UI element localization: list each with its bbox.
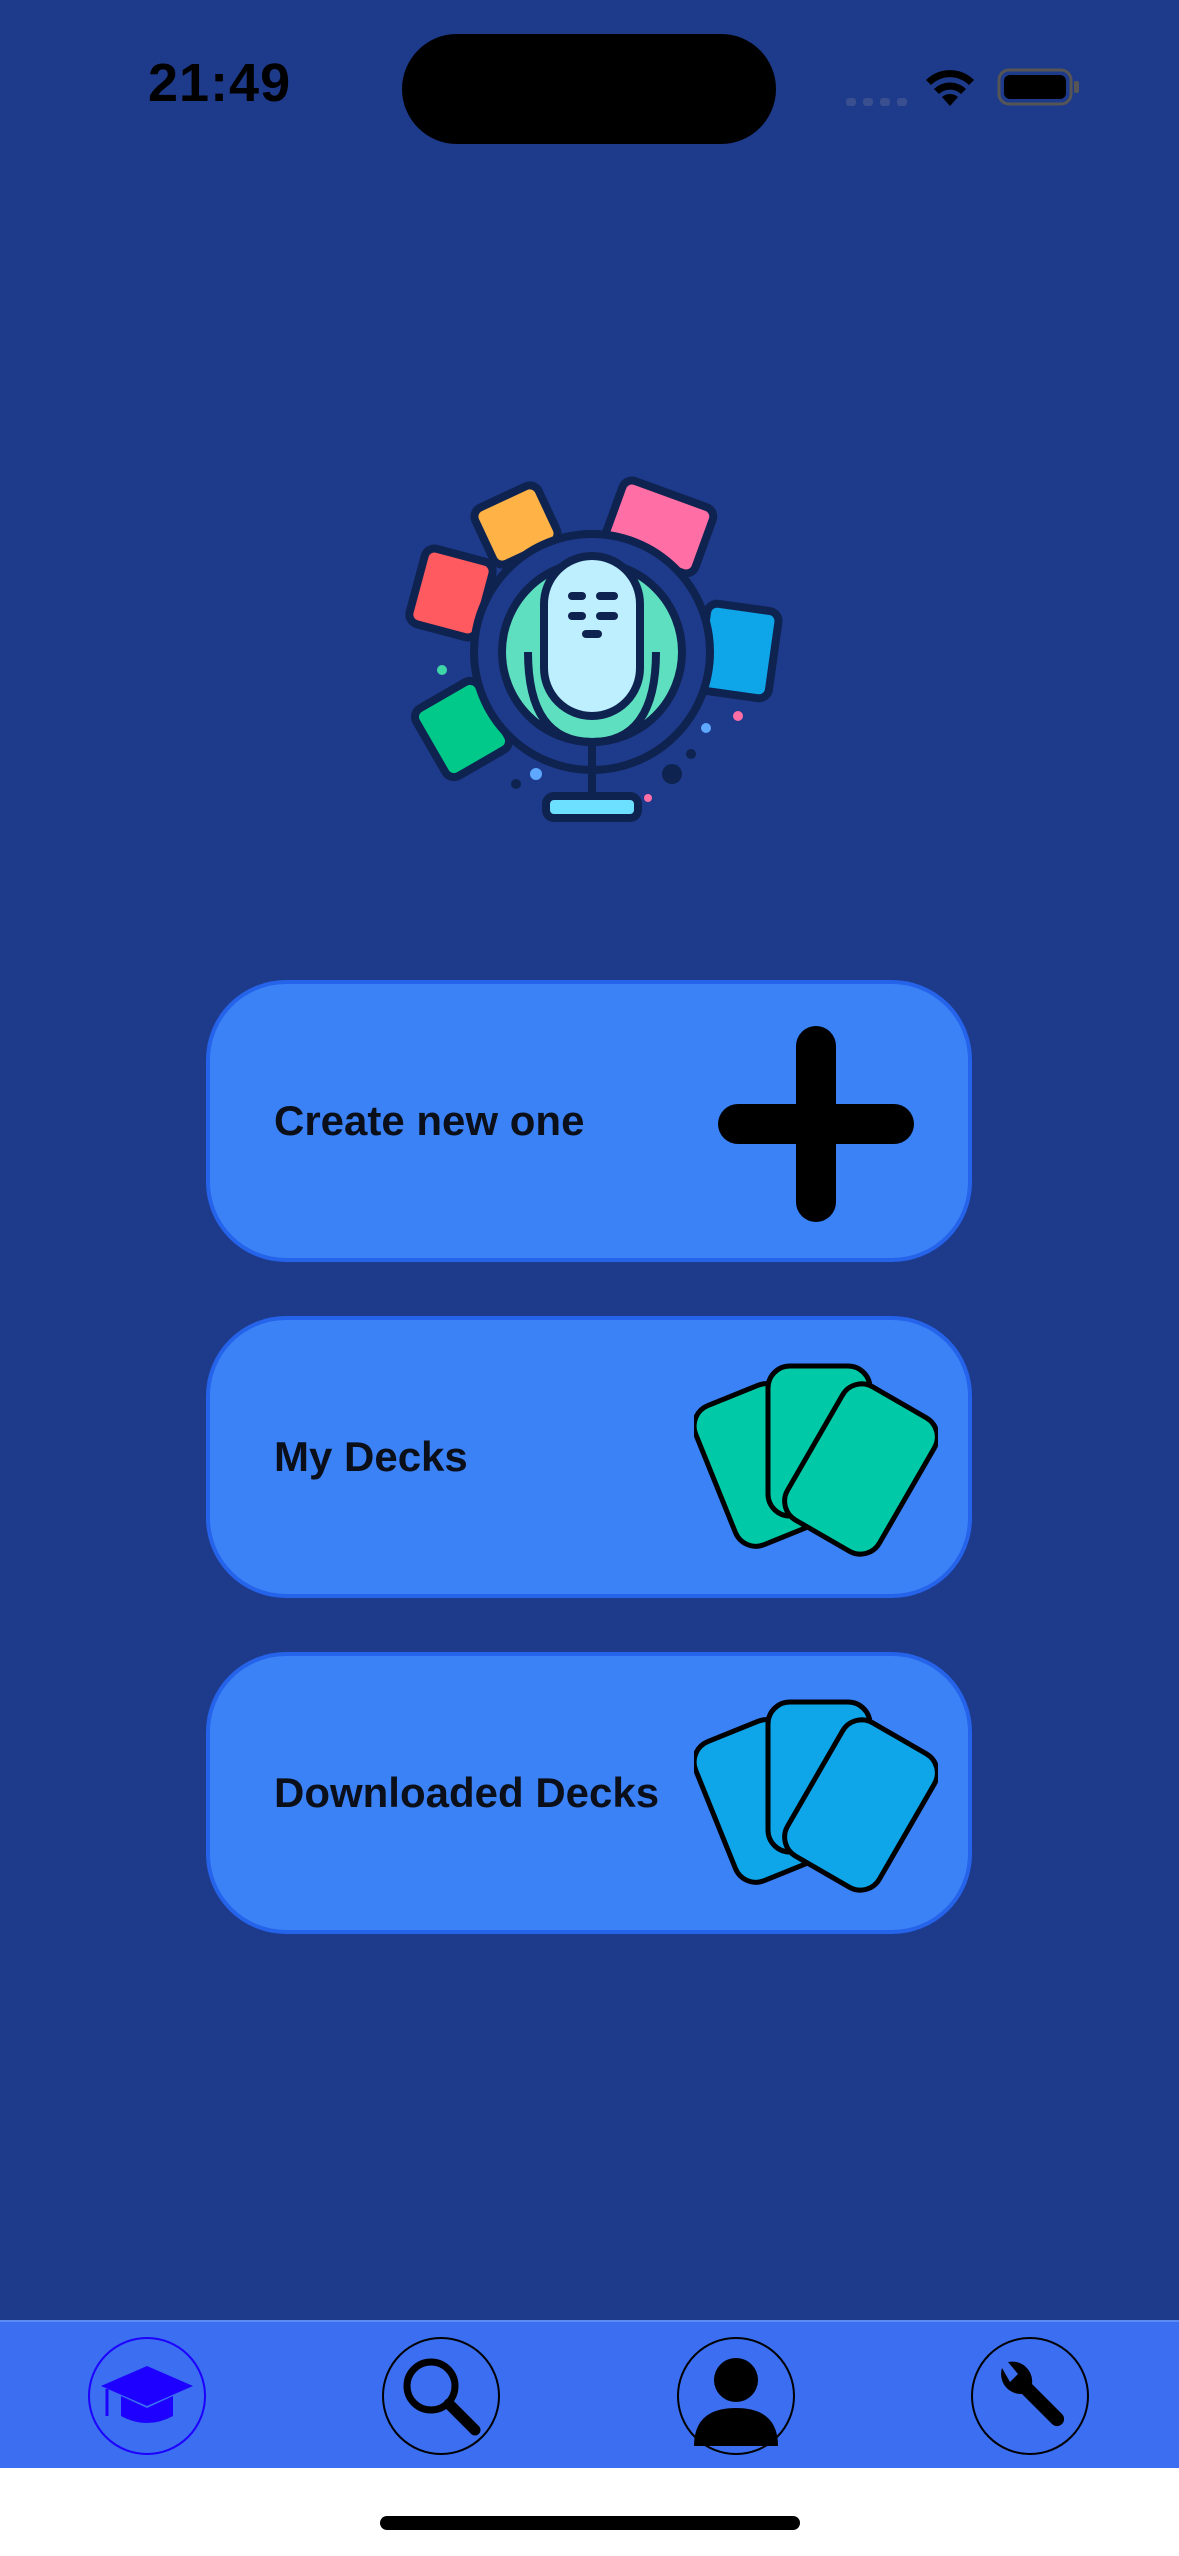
tab-search[interactable] [382, 2337, 500, 2455]
downloaded-decks-label: Downloaded Decks [274, 1769, 660, 1816]
tab-profile[interactable] [677, 2337, 795, 2455]
cards-icon [694, 1699, 938, 1893]
tab-bar [0, 2320, 1179, 2470]
tab-settings[interactable] [971, 2337, 1089, 2455]
profile-icon [694, 2358, 778, 2446]
wrench-icon [1001, 2361, 1065, 2427]
my-decks-button[interactable]: My Decks [206, 1316, 972, 1598]
create-new-label: Create new one [274, 1097, 585, 1144]
tab-learn[interactable] [88, 2337, 206, 2455]
status-time: 21:49 [148, 53, 292, 113]
dynamic-island [402, 34, 776, 144]
downloaded-decks-button[interactable]: Downloaded Decks [206, 1652, 972, 1934]
my-decks-label: My Decks [274, 1433, 468, 1480]
graduation-cap-icon [101, 2366, 193, 2423]
create-new-button[interactable]: Create new one [206, 980, 972, 1262]
microphone-cards-logo [405, 476, 783, 822]
home-indicator[interactable] [380, 2516, 800, 2530]
cards-icon [694, 1363, 938, 1557]
home-indicator-area [0, 2468, 1179, 2556]
cellular-signal-icon [846, 98, 907, 106]
search-icon [403, 2358, 481, 2436]
battery-icon [997, 68, 1079, 106]
wifi-icon [926, 70, 974, 106]
plus-icon [718, 1026, 914, 1222]
